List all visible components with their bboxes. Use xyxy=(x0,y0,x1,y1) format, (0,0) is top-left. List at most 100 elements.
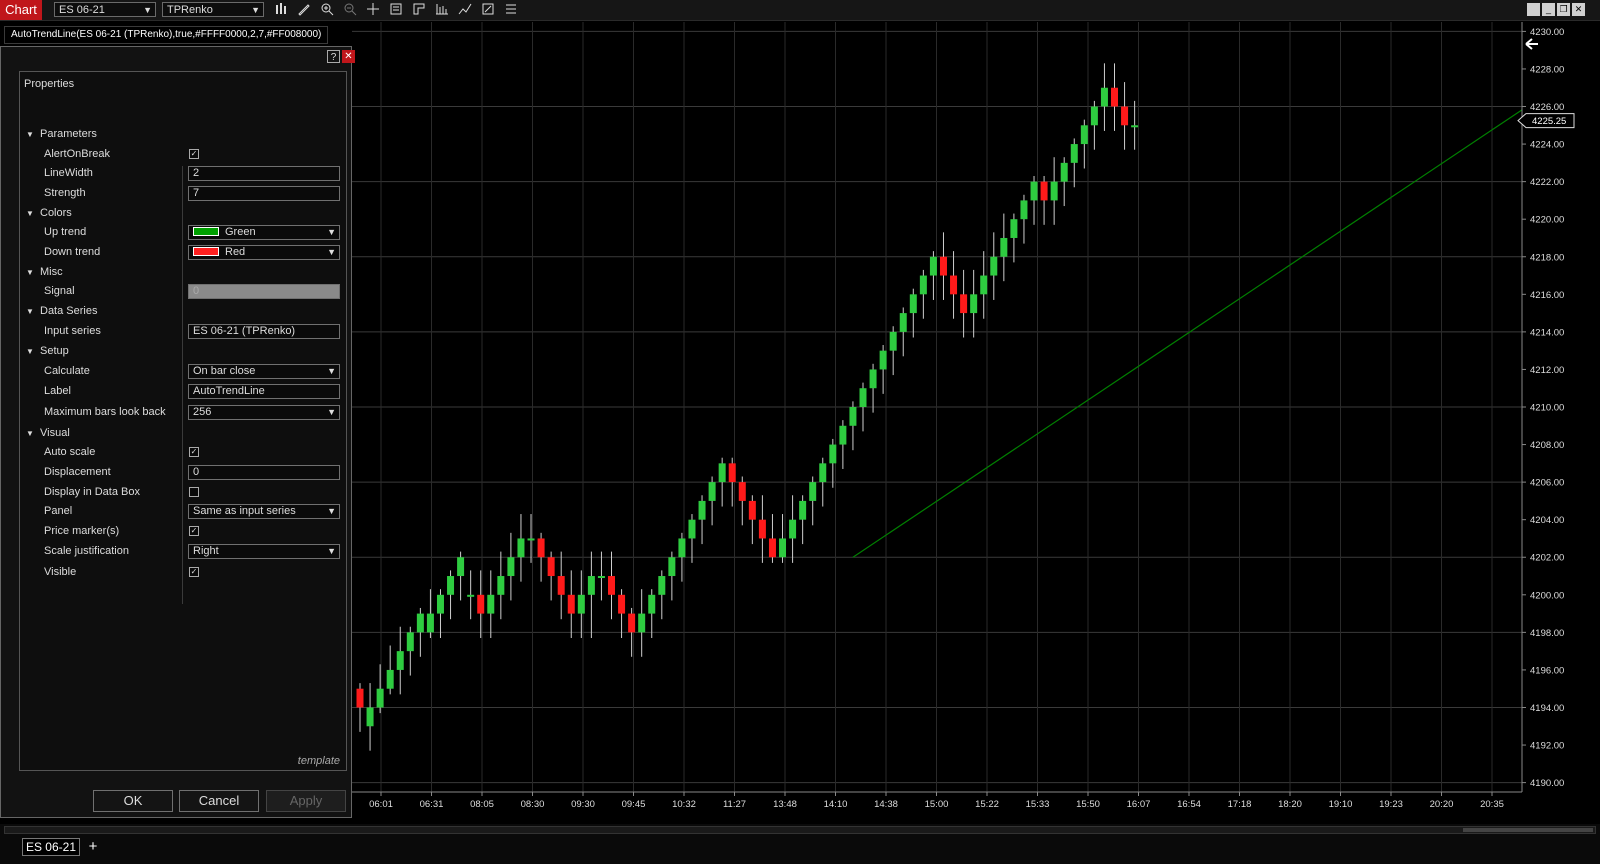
up-candle xyxy=(869,369,877,389)
up-candle xyxy=(457,557,465,577)
price-tick-label: 4200.00 xyxy=(1530,590,1564,601)
minimize-icon[interactable]: _ xyxy=(1542,3,1555,16)
instrument-value: ES 06-21 xyxy=(59,4,105,16)
price-tick-label: 4220.00 xyxy=(1530,215,1564,226)
up-candle xyxy=(819,463,827,483)
time-tick-label: 09:45 xyxy=(622,799,646,810)
ok-button[interactable]: OK xyxy=(93,790,173,812)
strategy-icon[interactable] xyxy=(411,2,427,18)
down-candle xyxy=(950,275,958,295)
time-tick-label: 13:48 xyxy=(773,799,797,810)
collapse-triangle-icon: ▼ xyxy=(26,209,34,218)
down-candle xyxy=(547,557,555,577)
cancel-button[interactable]: Cancel xyxy=(179,790,259,812)
up-candle xyxy=(447,576,455,595)
visible-checkbox[interactable]: ✓ xyxy=(189,567,199,577)
up-trend-value: Green xyxy=(225,226,256,238)
help-icon[interactable]: ? xyxy=(327,50,340,63)
up-candle xyxy=(597,576,605,579)
zoom-out-icon[interactable] xyxy=(342,2,358,18)
section-misc[interactable]: ▼ Misc xyxy=(26,266,63,278)
zoom-in-icon[interactable] xyxy=(319,2,335,18)
up-candle xyxy=(1030,181,1038,201)
bars-icon[interactable] xyxy=(274,2,290,18)
add-tab-icon[interactable]: + xyxy=(84,838,102,856)
scroll-back-arrow-icon[interactable] xyxy=(1525,38,1538,50)
section-setup[interactable]: ▼ Setup xyxy=(26,345,69,357)
horizontal-scrollbar[interactable] xyxy=(4,826,1596,834)
price-tick-label: 4228.00 xyxy=(1530,64,1564,75)
calculate-select[interactable]: On bar close ▼ xyxy=(188,364,340,379)
up-candle xyxy=(990,256,998,276)
column-divider xyxy=(182,166,183,604)
section-label: Visual xyxy=(40,427,70,439)
apply-button[interactable]: Apply xyxy=(266,790,346,812)
dialog-close-icon[interactable]: ✕ xyxy=(342,50,355,63)
up-candle xyxy=(929,256,937,276)
indicator-label[interactable]: AutoTrendLine(ES 06-21 (TPRenko),true,#F… xyxy=(4,26,329,44)
indicator-icon[interactable] xyxy=(434,2,450,18)
price-markers-checkbox[interactable]: ✓ xyxy=(189,526,199,536)
time-tick-label: 15:00 xyxy=(925,799,949,810)
scale-justification-select[interactable]: Right ▼ xyxy=(188,544,340,559)
down-candle xyxy=(557,576,565,595)
drawing-tools-icon[interactable] xyxy=(457,2,473,18)
collapse-triangle-icon: ▼ xyxy=(26,429,34,438)
up-candle xyxy=(879,350,887,370)
chevron-down-icon: ▼ xyxy=(327,546,336,556)
up-candle xyxy=(1070,144,1078,163)
input-series-field[interactable]: ES 06-21 (TPRenko) xyxy=(188,324,340,339)
alert-on-break-checkbox[interactable]: ✓ xyxy=(189,149,199,159)
time-tick-label: 11:27 xyxy=(723,799,746,810)
tile-icon[interactable] xyxy=(1527,3,1540,16)
data-box-icon[interactable] xyxy=(388,2,404,18)
bar-type-value: TPRenko xyxy=(167,4,213,16)
label-price-markers: Price marker(s) xyxy=(44,525,120,537)
strength-input[interactable]: 7 xyxy=(188,186,340,201)
section-visual[interactable]: ▼ Visual xyxy=(26,427,70,439)
up-candle xyxy=(406,632,414,652)
line-width-input[interactable]: 2 xyxy=(188,166,340,181)
chevron-down-icon: ▼ xyxy=(327,506,336,516)
time-tick-label: 17:18 xyxy=(1228,799,1252,810)
up-candle xyxy=(648,594,656,614)
section-label: Misc xyxy=(40,266,63,278)
display-data-box-checkbox[interactable] xyxy=(189,487,199,497)
section-colors[interactable]: ▼ Colors xyxy=(26,207,72,219)
window-close-icon[interactable]: ✕ xyxy=(1572,3,1585,16)
time-tick-label: 08:05 xyxy=(470,799,494,810)
label-input[interactable]: AutoTrendLine xyxy=(188,384,340,399)
chevron-down-icon: ▼ xyxy=(143,5,152,15)
template-link[interactable]: template xyxy=(298,755,340,767)
properties-icon[interactable] xyxy=(480,2,496,18)
price-tick-label: 4224.00 xyxy=(1530,140,1564,151)
up-candle xyxy=(497,576,505,595)
down-trend-color-select[interactable]: Red ▼ xyxy=(188,245,340,260)
auto-scale-checkbox[interactable]: ✓ xyxy=(189,447,199,457)
crosshair-icon[interactable] xyxy=(365,2,381,18)
restore-icon[interactable]: ❐ xyxy=(1557,3,1570,16)
chart-window-tab[interactable]: Chart xyxy=(0,0,42,20)
panel-select[interactable]: Same as input series ▼ xyxy=(188,504,340,519)
up-candle xyxy=(809,482,817,501)
max-bars-select[interactable]: 256 ▼ xyxy=(188,405,340,420)
up-candle xyxy=(909,294,917,314)
section-parameters[interactable]: ▼ Parameters xyxy=(26,128,97,140)
section-label: Parameters xyxy=(40,128,97,140)
up-candle xyxy=(919,275,927,295)
list-icon[interactable] xyxy=(503,2,519,18)
up-candle xyxy=(366,707,374,727)
up-candle xyxy=(1000,237,1008,257)
displacement-input[interactable]: 0 xyxy=(188,465,340,480)
series-tab[interactable]: ES 06-21 xyxy=(22,838,80,856)
up-candle xyxy=(829,444,837,464)
up-candle xyxy=(678,538,686,558)
price-axis: 4230.00 4228.00 4226.00 4224.00 4222.00 4220.… xyxy=(1517,22,1575,792)
pencil-icon[interactable] xyxy=(296,2,312,18)
bar-type-selector[interactable]: TPRenko ▼ xyxy=(162,2,264,17)
section-data-series[interactable]: ▼ Data Series xyxy=(26,305,97,317)
scrollbar-thumb[interactable] xyxy=(1463,828,1593,832)
up-candle xyxy=(899,313,907,332)
up-trend-color-select[interactable]: Green ▼ xyxy=(188,225,340,240)
instrument-selector[interactable]: ES 06-21 ▼ xyxy=(54,2,156,17)
